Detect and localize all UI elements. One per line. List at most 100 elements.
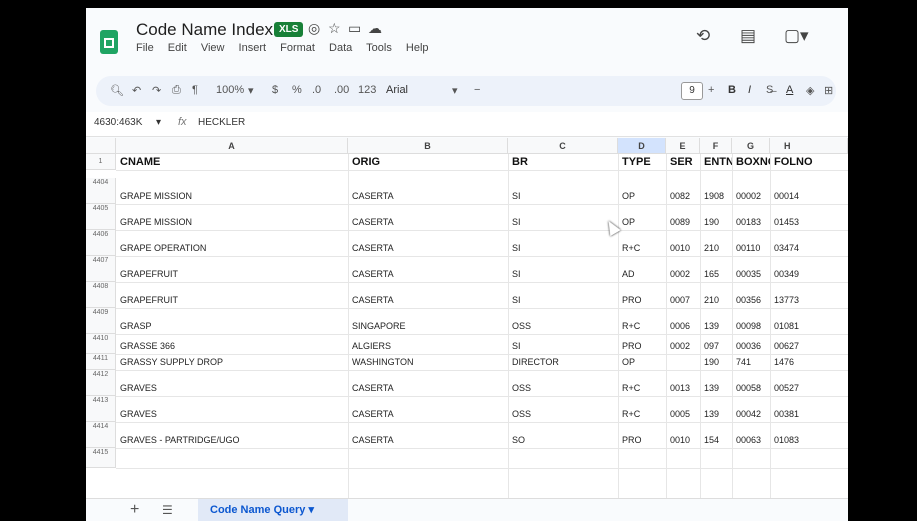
table-cell[interactable]: 13773	[774, 295, 844, 305]
formula-input[interactable]: HECKLER	[198, 117, 245, 128]
cloud-status-icon[interactable]: ☁	[368, 20, 382, 37]
table-cell[interactable]: 0002	[670, 269, 700, 279]
table-cell[interactable]: GRASSE 366	[120, 341, 346, 351]
table-cell[interactable]: 00627	[774, 341, 844, 351]
row-number[interactable]: 4411	[86, 354, 116, 370]
table-cell[interactable]: SI	[512, 191, 616, 201]
table-cell[interactable]: 210	[704, 295, 732, 305]
table-cell[interactable]: 139	[704, 383, 732, 393]
table-cell[interactable]: GRAPEFRUIT	[120, 269, 346, 279]
table-cell[interactable]: 0002	[670, 341, 700, 351]
table-cell[interactable]: SI	[512, 295, 616, 305]
chevron-down-icon[interactable]: ▾	[248, 84, 254, 97]
table-cell[interactable]: GRASP	[120, 321, 346, 331]
header-cell[interactable]: CNAME	[120, 156, 346, 168]
header-cell[interactable]: TYPE	[622, 156, 664, 168]
menu-format[interactable]: Format	[280, 42, 315, 54]
table-cell[interactable]: GRAVES	[120, 409, 346, 419]
table-cell[interactable]: 00183	[736, 217, 770, 227]
text-color-button[interactable]: A	[786, 84, 793, 96]
move-folder-icon[interactable]: ▭	[348, 20, 361, 37]
column-header-g[interactable]: G	[732, 138, 770, 154]
status-icon[interactable]: ◎	[308, 20, 320, 37]
header-cell[interactable]: ORIG	[352, 156, 506, 168]
table-cell[interactable]: CASERTA	[352, 295, 506, 305]
sheet-tab-chevron-icon[interactable]: ▾	[308, 504, 314, 516]
zoom-select[interactable]: 100%	[216, 84, 244, 96]
table-cell[interactable]: 01083	[774, 435, 844, 445]
table-cell[interactable]: 0013	[670, 383, 700, 393]
document-title[interactable]: Code Name Index	[136, 20, 273, 40]
table-cell[interactable]: R+C	[622, 383, 664, 393]
decrease-decimal-button[interactable]: .0	[312, 84, 321, 96]
name-box-chevron-icon[interactable]: ▾	[156, 117, 161, 128]
row-number[interactable]: 4409	[86, 308, 116, 334]
menu-data[interactable]: Data	[329, 42, 352, 54]
table-cell[interactable]: 1476	[774, 357, 844, 367]
table-cell[interactable]: OSS	[512, 409, 616, 419]
table-cell[interactable]: SI	[512, 269, 616, 279]
table-cell[interactable]: 0082	[670, 191, 700, 201]
table-cell[interactable]: 00527	[774, 383, 844, 393]
column-header-f[interactable]: F	[700, 138, 732, 154]
menu-edit[interactable]: Edit	[168, 42, 187, 54]
table-cell[interactable]: CASERTA	[352, 243, 506, 253]
table-cell[interactable]: 190	[704, 357, 732, 367]
table-cell[interactable]: WASHINGTON	[352, 357, 506, 367]
row-number[interactable]: 4413	[86, 396, 116, 422]
add-sheet-button[interactable]: +	[130, 501, 139, 519]
table-cell[interactable]: OSS	[512, 383, 616, 393]
table-cell[interactable]: 00036	[736, 341, 770, 351]
bold-button[interactable]: B	[728, 84, 736, 96]
comments-icon[interactable]: ▤	[740, 26, 756, 46]
row-number[interactable]: 4405	[86, 204, 116, 230]
table-cell[interactable]: OP	[622, 357, 664, 367]
table-cell[interactable]: OSS	[512, 321, 616, 331]
table-cell[interactable]: 210	[704, 243, 732, 253]
table-cell[interactable]: 00063	[736, 435, 770, 445]
table-cell[interactable]: 00042	[736, 409, 770, 419]
table-cell[interactable]: 00058	[736, 383, 770, 393]
column-header-d[interactable]: D	[618, 138, 666, 154]
table-cell[interactable]: AD	[622, 269, 664, 279]
column-header-h[interactable]: H	[770, 138, 848, 154]
borders-icon[interactable]: ⊞	[824, 84, 833, 97]
row-number[interactable]: 4410	[86, 334, 116, 354]
table-cell[interactable]: GRAVES	[120, 383, 346, 393]
row-number[interactable]: 4412	[86, 370, 116, 396]
menu-view[interactable]: View	[201, 42, 225, 54]
table-cell[interactable]: PRO	[622, 295, 664, 305]
table-cell[interactable]: R+C	[622, 321, 664, 331]
column-header-b[interactable]: B	[348, 138, 508, 154]
table-cell[interactable]: OP	[622, 191, 664, 201]
column-header-a[interactable]: A	[116, 138, 348, 154]
menu-help[interactable]: Help	[406, 42, 429, 54]
row-number[interactable]: 4406	[86, 230, 116, 256]
header-cell[interactable]: BOXNO	[736, 156, 770, 168]
header-cell[interactable]: ENTNO	[704, 156, 732, 168]
table-cell[interactable]: DIRECTOR	[512, 357, 616, 367]
table-cell[interactable]: 00356	[736, 295, 770, 305]
table-cell[interactable]: ALGIERS	[352, 341, 506, 351]
table-cell[interactable]: SI	[512, 217, 616, 227]
row-number[interactable]: 4404	[86, 178, 116, 204]
table-cell[interactable]: CASERTA	[352, 191, 506, 201]
menu-tools[interactable]: Tools	[366, 42, 392, 54]
table-cell[interactable]: 139	[704, 409, 732, 419]
table-cell[interactable]: SI	[512, 243, 616, 253]
table-cell[interactable]: GRAPE MISSION	[120, 191, 346, 201]
table-cell[interactable]: SI	[512, 341, 616, 351]
sheet-grid[interactable]: A B C D E F G H 1 CNAME ORIG BR TYPE SER ENTNO…	[86, 138, 848, 498]
table-cell[interactable]: PRO	[622, 341, 664, 351]
header-cell[interactable]: FOLNO	[774, 156, 844, 168]
table-cell[interactable]: 00110	[736, 243, 770, 253]
table-cell[interactable]: 0007	[670, 295, 700, 305]
table-cell[interactable]: GRAVES - PARTRIDGE/UGO	[120, 435, 346, 445]
table-cell[interactable]: 165	[704, 269, 732, 279]
fill-color-icon[interactable]: ◈	[806, 84, 814, 97]
table-cell[interactable]: GRASSY SUPPLY DROP	[120, 357, 346, 367]
table-cell[interactable]: 0006	[670, 321, 700, 331]
table-cell[interactable]: CASERTA	[352, 269, 506, 279]
table-cell[interactable]: R+C	[622, 243, 664, 253]
table-cell[interactable]: 00381	[774, 409, 844, 419]
